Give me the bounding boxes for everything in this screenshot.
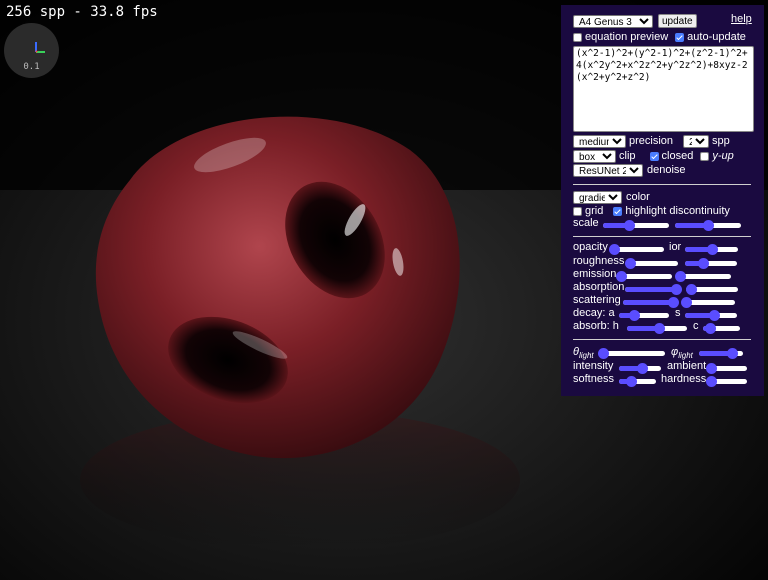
roughness-slider[interactable] [625, 258, 678, 269]
precision-select[interactable]: medium [573, 134, 626, 148]
slider-track [601, 351, 665, 356]
control-panel: A4 Genus 3 update help equation preview … [561, 5, 764, 396]
divider [573, 236, 751, 237]
slider-thumb[interactable] [670, 284, 682, 295]
emission-label: emission [573, 268, 617, 280]
emission-slider[interactable] [616, 271, 672, 282]
intensity-slider[interactable] [619, 363, 661, 374]
slider-track [620, 274, 672, 279]
spp-select[interactable]: 2⁸ [683, 134, 710, 148]
slider-thumb[interactable] [703, 220, 714, 231]
slider-thumb[interactable] [637, 363, 649, 374]
absorb-c-label: c [693, 320, 699, 332]
absorption-label: absorption [573, 281, 625, 293]
scale-label: 0.1 [23, 62, 40, 72]
absorb-c-slider[interactable] [703, 323, 740, 334]
precision-label: precision [629, 135, 674, 147]
absorb-h-slider[interactable] [627, 323, 687, 334]
denoise-label: denoise [647, 164, 686, 176]
color-mode-select[interactable]: gradient [573, 190, 622, 204]
slider-track [685, 300, 735, 305]
softness-slider[interactable] [619, 376, 656, 387]
scale-slider-label: scale [573, 217, 599, 229]
slider-thumb[interactable] [626, 376, 638, 387]
phi-light-slider[interactable] [699, 348, 743, 359]
emission-slider-2[interactable] [675, 271, 731, 282]
closed-label: closed [661, 150, 694, 162]
update-button[interactable]: update [658, 14, 697, 28]
closed-checkbox[interactable] [649, 151, 659, 161]
y-up-label: y-up [712, 150, 734, 162]
slider-thumb[interactable] [706, 244, 718, 255]
scale-slider-1[interactable] [603, 220, 669, 231]
slider-thumb[interactable] [597, 348, 609, 359]
hardness-label: hardness [661, 373, 707, 385]
equation-input[interactable]: (x^2-1)^2+(y^2-1)^2+(z^2-1)^2+4(x^2y^2+x… [573, 46, 754, 132]
slider-track [612, 247, 664, 252]
equation-preview-checkbox[interactable] [573, 32, 582, 42]
opacity-slider[interactable] [608, 244, 664, 255]
preset-select[interactable]: A4 Genus 3 [573, 14, 653, 28]
y-up-checkbox[interactable] [700, 151, 710, 161]
grid-checkbox[interactable] [573, 206, 582, 216]
clip-label: clip [619, 150, 636, 162]
slider-thumb[interactable] [653, 323, 665, 334]
ior-label: ior [669, 241, 682, 253]
scattering-slider-2[interactable] [681, 297, 735, 308]
scale-slider-2[interactable] [675, 220, 741, 231]
decay-a-slider[interactable] [619, 310, 669, 321]
grid-label: grid [585, 205, 604, 217]
slider-thumb[interactable] [681, 297, 692, 308]
slider-thumb[interactable] [686, 284, 698, 295]
slider-thumb[interactable] [675, 271, 687, 282]
divider [573, 184, 751, 185]
highlight-discontinuity-checkbox[interactable] [613, 206, 623, 216]
ambient-slider[interactable] [706, 363, 747, 374]
slider-thumb[interactable] [629, 310, 640, 321]
roughness-slider-2[interactable] [685, 258, 737, 269]
opacity-label: opacity [573, 241, 608, 253]
slider-thumb[interactable] [624, 220, 636, 231]
slider-thumb[interactable] [705, 323, 717, 334]
scattering-slider[interactable] [623, 297, 679, 308]
absorb-h-label: absorb: h [573, 320, 619, 332]
slider-thumb[interactable] [608, 244, 620, 255]
theta-light-label: θlight [573, 346, 594, 361]
slider-thumb[interactable] [708, 310, 720, 321]
ior-slider[interactable] [685, 244, 738, 255]
decay-s-slider[interactable] [685, 310, 737, 321]
slider-thumb[interactable] [705, 376, 717, 387]
theta-light-slider[interactable] [597, 348, 665, 359]
axis-gizmo[interactable]: 0.1 [4, 23, 59, 78]
intensity-label: intensity [573, 360, 614, 372]
slider-thumb[interactable] [698, 258, 710, 269]
divider [573, 339, 751, 340]
decay-a-label: decay: a [573, 307, 615, 319]
hardness-slider[interactable] [705, 376, 747, 387]
absorption-slider-2[interactable] [686, 284, 738, 295]
equation-preview-label: equation preview [585, 31, 669, 43]
slider-fill [623, 300, 673, 305]
scattering-label: scattering [573, 294, 621, 306]
spp-label: spp [712, 135, 730, 147]
denoise-select[interactable]: ResUNet 2 [573, 163, 643, 177]
slider-track [679, 274, 731, 279]
slider-fill [625, 287, 676, 292]
auto-update-checkbox[interactable] [675, 32, 685, 42]
highlight-discontinuity-label: highlight discontinuity [625, 205, 730, 217]
phi-light-label: φlight [671, 346, 693, 361]
slider-thumb[interactable] [625, 258, 636, 269]
help-link[interactable]: help [731, 13, 752, 25]
ambient-label: ambient [667, 360, 707, 372]
auto-update-label: auto-update [687, 31, 746, 43]
roughness-label: roughness [573, 255, 625, 267]
slider-thumb[interactable] [727, 348, 738, 359]
absorption-slider[interactable] [625, 284, 682, 295]
clip-select[interactable]: box [573, 149, 616, 163]
slider-thumb[interactable] [706, 363, 718, 374]
color-label: color [626, 191, 650, 203]
softness-label: softness [573, 373, 614, 385]
fps-counter: 256 spp - 33.8 fps [6, 4, 158, 20]
decay-s-label: s [675, 307, 681, 319]
